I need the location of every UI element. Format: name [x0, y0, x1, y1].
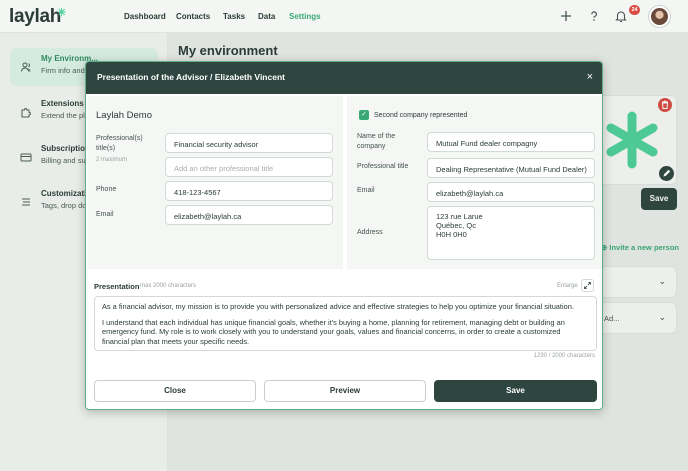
advisor-presentation-modal: Presentation of the Advisor / Elizabeth … — [85, 61, 603, 410]
top-bar: laylah ✳ Dashboard Contacts Tasks Data S… — [0, 0, 688, 33]
sidebar-item-title: Subscription — [41, 144, 90, 153]
phone-field[interactable]: 418-123-4567 — [165, 181, 333, 201]
email-field[interactable]: elizabeth@laylah.ca — [165, 205, 333, 225]
preview-button[interactable]: Preview — [264, 380, 426, 402]
second-company-label: Second company represented — [374, 112, 468, 119]
presentation-paragraph: As a financial advisor, my mission is to… — [102, 302, 574, 311]
company-name-field[interactable]: Mutual Fund dealer compagny — [427, 132, 595, 152]
professional-title-field[interactable]: Dealing Representative (Mutual Fund Deal… — [427, 158, 595, 178]
app-logo[interactable]: laylah — [9, 6, 61, 28]
phone-label: Phone — [96, 186, 117, 193]
enlarge-label: Enlarge — [557, 283, 578, 289]
nav-data[interactable]: Data — [258, 12, 275, 21]
expand-icon[interactable] — [581, 279, 594, 292]
sidebar-item-title: Extensions — [41, 99, 84, 108]
company-panel-primary: Laylah Demo Professional(s) title(s) 2 m… — [88, 96, 343, 269]
users-icon — [20, 61, 32, 73]
second-company-checkbox[interactable]: ✓ — [359, 110, 369, 120]
nav-dashboard[interactable]: Dashboard — [124, 12, 166, 21]
company-panel-secondary: ✓ Second company represented Name of the… — [347, 96, 602, 269]
avatar[interactable] — [649, 6, 670, 27]
email-field[interactable]: elizabeth@laylah.ca — [427, 182, 595, 202]
presentation-label: Presentation — [94, 282, 140, 291]
plus-icon[interactable] — [559, 9, 573, 23]
close-icon[interactable]: × — [587, 70, 593, 84]
professional-title-hint: 2 maximum — [96, 157, 128, 163]
save-button[interactable]: Save — [434, 380, 597, 402]
address-label: Address — [357, 229, 383, 236]
logo-star-icon: ✳ — [57, 7, 67, 19]
professional-title-field-1[interactable]: Financial security advisor — [165, 133, 333, 153]
address-line: Québec, Qc — [436, 221, 477, 230]
nav-contacts[interactable]: Contacts — [176, 12, 210, 21]
list-icon — [20, 196, 32, 208]
professional-title-field-2[interactable]: Add an other professional title — [165, 157, 333, 177]
nav-tasks[interactable]: Tasks — [223, 12, 245, 21]
nav-settings[interactable]: Settings — [289, 12, 321, 21]
close-button[interactable]: Close — [94, 380, 256, 402]
email-label: Email — [357, 187, 375, 194]
character-counter: 1230 / 2000 characters — [533, 353, 595, 359]
address-line: H0H 0H0 — [436, 230, 467, 239]
notification-count-badge: 24 — [629, 5, 640, 15]
sidebar-item-title: Customizatio — [41, 189, 92, 198]
modal-header: Presentation of the Advisor / Elizabeth … — [86, 62, 602, 94]
presentation-paragraph: I understand that each individual has un… — [102, 318, 565, 346]
presentation-textarea[interactable]: As a financial advisor, my mission is to… — [94, 296, 597, 351]
modal-title: Presentation of the Advisor / Elizabeth … — [97, 72, 285, 82]
bell-icon[interactable] — [614, 9, 628, 23]
professional-title-label: Professional title — [357, 163, 409, 170]
email-label: Email — [96, 211, 114, 218]
professional-title-label: Professional(s) title(s) — [96, 135, 143, 152]
address-field[interactable]: 123 rue Larue Québec, Qc H0H 0H0 — [427, 206, 595, 260]
credit-card-icon — [20, 151, 32, 163]
puzzle-icon — [20, 106, 32, 118]
company-name-label: Name of the company — [357, 133, 396, 150]
presentation-max-hint: max 2000 characters — [140, 283, 197, 289]
company-name-heading: Laylah Demo — [96, 110, 152, 121]
question-icon[interactable] — [587, 9, 601, 23]
address-line: 123 rue Larue — [436, 212, 483, 221]
